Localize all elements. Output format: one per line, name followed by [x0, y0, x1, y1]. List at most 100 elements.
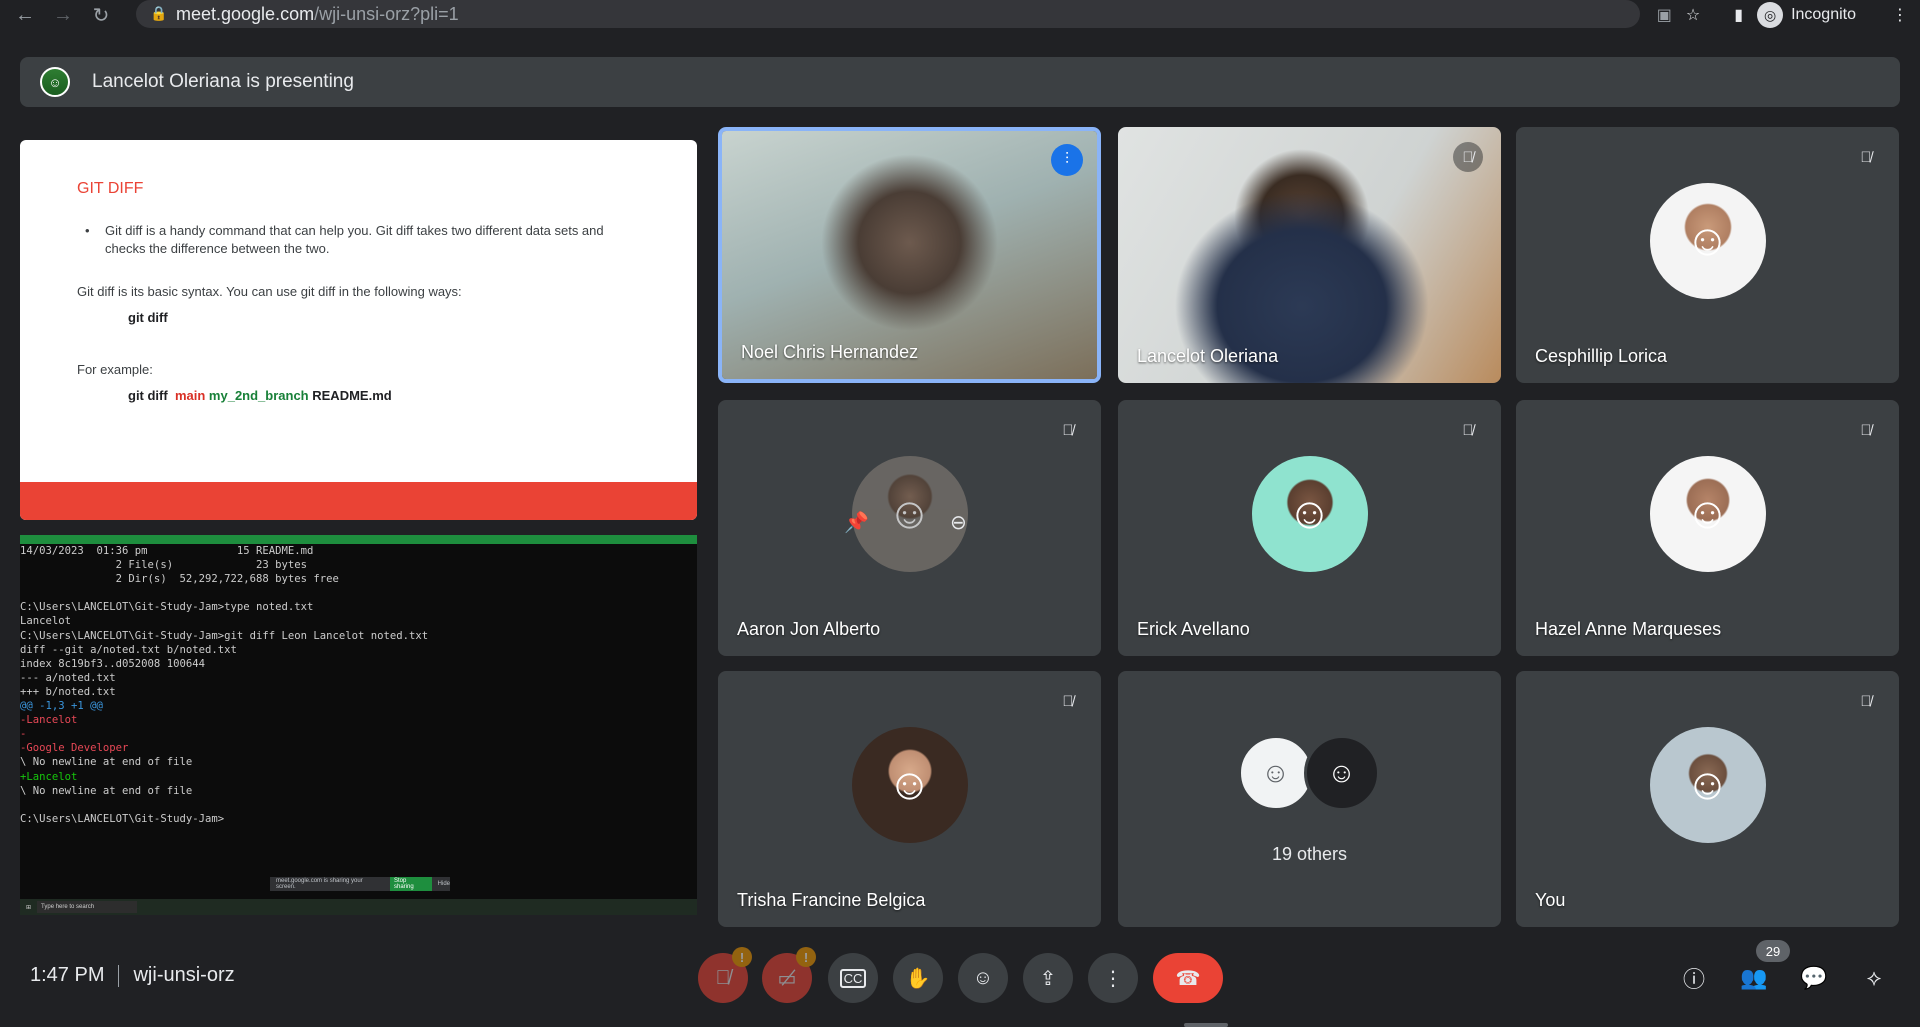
hand-icon: ✋: [905, 967, 931, 990]
meeting-info: 1:47 PM wji-unsi-orz: [30, 964, 235, 987]
others-count-label: 19 others: [1271, 844, 1348, 864]
others-avatars: ☺ ☺: [1237, 735, 1382, 813]
share-toast-text: meet.google.com is sharing your screen.: [276, 878, 363, 890]
participant-count-badge: 29: [1756, 940, 1790, 962]
more-vert-icon: ⋮: [1103, 967, 1123, 990]
code-file: README.md: [312, 388, 392, 403]
speaking-indicator-icon: ⫶: [1051, 144, 1083, 176]
participant-tile[interactable]: 🎙̸ Lancelot Oleriana: [1118, 127, 1501, 383]
present-screen-icon: ⇪: [1039, 967, 1057, 990]
participant-tile[interactable]: 🎙̸ ☺ Trisha Francine Belgica: [718, 671, 1101, 927]
sidebar-icon[interactable]: ▮: [1734, 5, 1743, 25]
participant-avatar: ☺: [1649, 183, 1766, 299]
address-bar[interactable]: 🔒 meet.google.com/wji-unsi-orz?pli=1: [136, 0, 1640, 28]
lock-icon: 🔒: [150, 5, 168, 21]
remove-icon[interactable]: ⊖: [950, 510, 967, 535]
participant-name: Erick Avellano: [1137, 619, 1250, 639]
divider: [118, 964, 120, 987]
presenting-text: Lancelot Oleriana is presenting: [92, 71, 354, 92]
hang-up-icon: ☎: [1175, 967, 1201, 990]
mic-off-icon: 🎙̸: [1462, 421, 1474, 439]
shared-terminal-window: 14/03/2023 01:36 pm 15 README.md 2 File(…: [20, 535, 697, 915]
self-tile[interactable]: 🎙̸ ☺ You: [1516, 671, 1899, 927]
scroll-hint: [1184, 1023, 1228, 1027]
participant-avatar: ☺: [1237, 735, 1314, 811]
slide-code-basic: git diff: [128, 310, 168, 325]
participant-avatar: ☺: [851, 727, 968, 843]
back-arrow-icon[interactable]: ←: [10, 0, 40, 30]
terminal-titlebar: [20, 535, 697, 544]
participant-name: Hazel Anne Marqueses: [1535, 619, 1722, 639]
participant-name: Trisha Francine Belgica: [737, 890, 926, 910]
camera-off-icon: ▭̸: [777, 967, 797, 990]
mic-off-icon: 🎙̸: [1860, 692, 1872, 710]
participant-tile[interactable]: 🎙̸ ☺ Hazel Anne Marqueses: [1516, 400, 1899, 656]
incognito-icon: ◎: [1757, 2, 1784, 28]
participant-name: You: [1535, 890, 1566, 910]
slide-bullet: Git diff is a handy command that can hel…: [85, 222, 625, 258]
mic-off-icon: 🎙̸: [1860, 148, 1872, 166]
closed-captions-icon: CC: [839, 968, 867, 988]
reactions-button[interactable]: ☺: [958, 953, 1008, 1003]
reload-icon[interactable]: ↻: [86, 0, 116, 30]
pin-icon[interactable]: 📌: [844, 510, 869, 535]
windows-start-icon: ⊞: [26, 904, 32, 911]
participant-name: Noel Chris Hernandez: [741, 342, 919, 362]
mic-off-icon: 🎙̸: [1062, 421, 1074, 439]
participant-video: [1118, 127, 1501, 383]
microphone-button[interactable]: 🎙̸ !: [698, 947, 752, 1003]
presenter-avatar: ☺: [40, 67, 70, 97]
chat-icon: 💬: [1800, 965, 1828, 990]
captions-button[interactable]: CC: [828, 953, 878, 1003]
participant-tile[interactable]: 🎙̸ ☺ Erick Avellano: [1118, 400, 1501, 656]
participant-name: Aaron Jon Alberto: [737, 619, 881, 639]
hide-button: Hide: [437, 881, 450, 887]
slide-syntax-line: Git diff is its basic syntax. You can us…: [77, 284, 462, 299]
meeting-details-button[interactable]: ⓘ: [1676, 960, 1712, 996]
presenting-banner: ☺ Lancelot Oleriana is presenting: [20, 57, 1900, 107]
participant-name: Lancelot Oleriana: [1137, 346, 1279, 366]
star-icon[interactable]: ☆: [1686, 5, 1700, 25]
code-branch-main: main: [174, 388, 206, 403]
people-icon: 👥: [1740, 965, 1768, 990]
slide-title: GIT DIFF: [77, 180, 144, 197]
incognito-label: Incognito: [1791, 6, 1856, 23]
terminal-output: 14/03/2023 01:36 pm 15 README.md 2 File(…: [20, 545, 429, 825]
present-button[interactable]: ⇪: [1023, 953, 1073, 1003]
activities-button[interactable]: ⟡: [1856, 960, 1892, 996]
screen-share-toast: meet.google.com is sharing your screen. …: [270, 877, 450, 891]
emoji-icon: ☺: [972, 966, 994, 989]
mic-off-icon: 🎙̸: [1453, 142, 1483, 172]
incognito-profile[interactable]: ◎ Incognito: [1757, 2, 1856, 28]
participant-tile[interactable]: 🎙̸ ☺ Cesphillip Lorica: [1516, 127, 1899, 383]
url-host: meet.google.com: [176, 3, 315, 24]
people-button[interactable]: 👥: [1736, 960, 1772, 996]
taskbar-search: Type here to search: [37, 901, 138, 913]
warning-icon: !: [732, 947, 752, 967]
participant-tile[interactable]: ⫶ Noel Chris Hernandez: [718, 127, 1101, 383]
slide-footer-band: [20, 482, 697, 520]
mic-off-icon: 🎙̸: [715, 966, 731, 989]
camera-button[interactable]: ▭̸ !: [762, 947, 816, 1003]
browser-actions: ▣ ☆ ▮ ◎ Incognito ⋮: [1657, 0, 1920, 30]
camera-blocked-icon[interactable]: ▣: [1657, 5, 1672, 25]
forward-arrow-icon[interactable]: →: [48, 0, 78, 30]
slide-code-example: git diff main my_2nd_branch README.md: [128, 388, 392, 403]
others-tile[interactable]: ☺ ☺ 19 others: [1118, 671, 1501, 927]
mic-off-icon: 🎙̸: [1062, 692, 1074, 710]
stop-sharing-button: Stop sharing: [389, 877, 432, 891]
raise-hand-button[interactable]: ✋: [893, 953, 943, 1003]
url-path: /wji-unsi-orz?pli=1: [314, 3, 459, 24]
warning-icon: !: [796, 947, 816, 967]
info-icon: ⓘ: [1682, 967, 1705, 992]
participant-tile[interactable]: 🎙̸ ☺ 📌 ⊖ Aaron Jon Alberto: [718, 400, 1101, 656]
more-options-button[interactable]: ⋮: [1088, 953, 1138, 1003]
meeting-code[interactable]: wji-unsi-orz: [133, 964, 234, 987]
chat-button[interactable]: 💬: [1796, 960, 1832, 996]
participant-avatar: ☺: [1303, 735, 1380, 811]
activities-icon: ⟡: [1866, 965, 1882, 990]
self-avatar: ☺: [1649, 727, 1766, 843]
more-vert-icon[interactable]: ⋮: [1892, 5, 1908, 25]
leave-call-button[interactable]: ☎: [1153, 953, 1223, 1003]
code-command: git diff: [128, 388, 168, 403]
